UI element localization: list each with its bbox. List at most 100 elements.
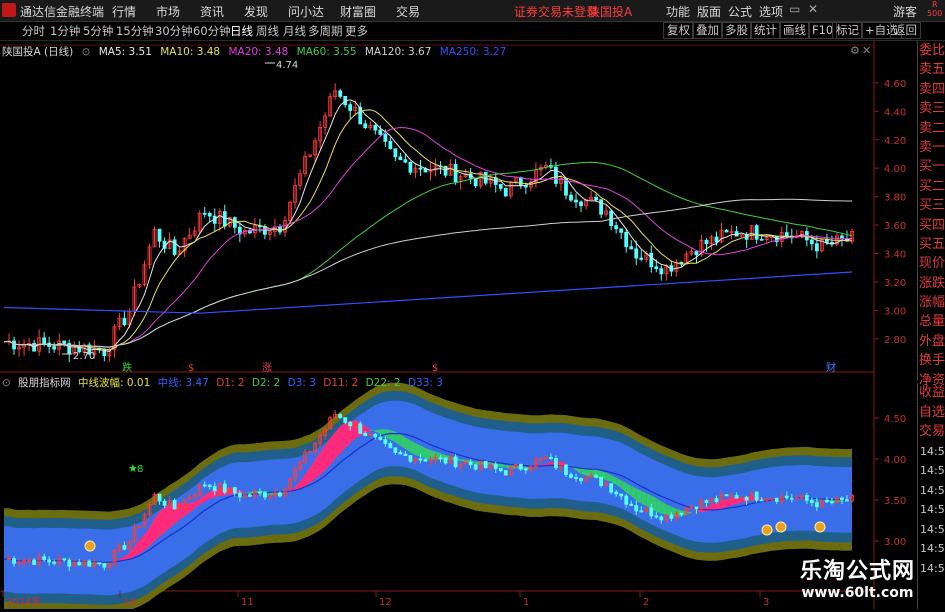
candle-body <box>208 213 211 216</box>
sidebar-item[interactable]: 换手 <box>918 351 945 370</box>
indicator-field: 中线: 3.47 <box>158 377 209 389</box>
sidebar-item[interactable]: 买四 <box>918 216 945 235</box>
ribbon-segment <box>425 448 430 459</box>
sidebar-item[interactable]: 卖五 <box>918 60 945 79</box>
ind-candle-body <box>374 434 377 437</box>
chart-area[interactable]: 4.604.404.204.003.803.603.403.203.002.80… <box>0 41 917 609</box>
sidebar-item-watchlist[interactable]: 自选 <box>918 403 945 423</box>
time-tick-label: 3 <box>763 597 769 608</box>
sidebar-item[interactable]: 卖四 <box>918 80 945 99</box>
sidebar-item[interactable]: 买一 <box>918 157 945 176</box>
sidebar-item[interactable]: 外盘 <box>918 332 945 351</box>
period-tab[interactable]: 30分钟 <box>155 23 193 39</box>
menu-trade[interactable]: 交易 <box>396 3 420 20</box>
period-tab[interactable]: 60分钟 <box>193 23 231 39</box>
ind-candle-body <box>33 560 36 564</box>
ind-candle-body <box>223 484 226 492</box>
menu-layout[interactable]: 版面 <box>697 3 721 20</box>
sidebar-item[interactable]: 卖一 <box>918 138 945 157</box>
main-chart-title[interactable]: 陕国投A (日线) <box>2 46 73 58</box>
candle-body <box>810 240 813 244</box>
indicator-tick-label: 4.00 <box>884 455 906 466</box>
menu-discover[interactable]: 发现 <box>244 3 268 20</box>
overlay-button[interactable]: 叠加 <box>692 22 723 39</box>
event-marker[interactable]: $ <box>188 363 194 374</box>
event-marker[interactable]: 涨 <box>262 362 272 374</box>
menu-function[interactable]: 功能 <box>666 3 690 20</box>
period-tab[interactable]: 5分钟 <box>83 23 113 39</box>
sidebar-item[interactable]: 现价 <box>918 254 945 273</box>
stats-button[interactable]: 统计 <box>750 22 781 39</box>
adjust-button[interactable]: 复权 <box>663 22 694 39</box>
candle-body <box>419 168 422 169</box>
menu-quotes[interactable]: 行情 <box>112 3 136 20</box>
sidebar-item[interactable]: 卖二 <box>918 119 945 138</box>
window-minimize-button[interactable]: ▭ <box>789 2 800 16</box>
period-tab[interactable]: 1分钟 <box>50 23 80 39</box>
candle-body <box>63 341 66 343</box>
sidebar-item[interactable]: 委比 <box>918 41 945 60</box>
window-close-icon[interactable]: ✕ <box>808 2 818 16</box>
sidebar-item[interactable]: 涨跌 <box>918 274 945 293</box>
ind-candle-body <box>78 562 81 565</box>
ribbon-segment <box>431 450 436 460</box>
ind-candle-body <box>63 559 66 560</box>
candle-body <box>625 232 628 246</box>
period-tab[interactable]: 15分钟 <box>116 23 154 39</box>
back-button[interactable]: 返回 <box>890 22 921 39</box>
draw-button[interactable]: 画线 <box>779 22 810 39</box>
period-tab[interactable]: 周线 <box>256 23 279 39</box>
indicator-toggle-icon[interactable]: ⊙ <box>2 377 11 389</box>
event-marker[interactable]: 财 <box>826 361 836 374</box>
ind-candle-body <box>203 485 206 486</box>
menu-market[interactable]: 市场 <box>156 3 180 20</box>
stock-name: 陕国投A <box>588 3 632 20</box>
ind-candle-body <box>158 494 161 501</box>
candle-body <box>339 91 342 97</box>
tick-time: 14:56 <box>918 461 945 481</box>
candle-body <box>580 202 583 206</box>
settings-gear-icon[interactable]: ⚙ <box>850 44 860 57</box>
chart-canvas[interactable]: 4.604.404.204.003.803.603.403.203.002.80… <box>0 41 917 609</box>
sidebar-item[interactable]: 买五 <box>918 235 945 254</box>
sidebar-item[interactable]: 总量 <box>918 312 945 331</box>
candle-body <box>499 184 502 188</box>
period-tab[interactable]: 月线 <box>283 23 306 39</box>
close-icon[interactable]: ✕ <box>862 44 871 57</box>
period-tab-active[interactable]: 日线 <box>230 23 253 39</box>
ind-candle-body <box>630 504 633 505</box>
candle-body <box>785 233 788 236</box>
sidebar-item[interactable]: 买二 <box>918 177 945 196</box>
event-marker[interactable]: 跌 <box>122 361 132 374</box>
tick-time: 14:56 <box>918 559 945 579</box>
indicator-title[interactable]: 股朋指标网 <box>18 377 71 389</box>
sidebar-item[interactable]: 涨幅 <box>918 293 945 312</box>
sidebar-item-trade[interactable]: 交易 <box>918 422 945 442</box>
period-tab[interactable]: 多周期 <box>308 23 343 39</box>
ind-candle-body <box>705 501 708 503</box>
candle-body <box>660 269 663 274</box>
tick-time: 14:56 <box>918 442 945 462</box>
ind-candle-body <box>258 492 261 493</box>
multi-stock-button[interactable]: 多股 <box>721 22 752 39</box>
price-tick-label: 3.00 <box>884 306 906 317</box>
event-marker[interactable]: $ <box>432 363 438 374</box>
menu-xiaoda[interactable]: 问小达 <box>288 3 324 20</box>
period-tab[interactable]: 分时 <box>22 23 45 39</box>
menu-wealth-circle[interactable]: 财富圈 <box>340 3 376 20</box>
sidebar-item[interactable]: 买三 <box>918 196 945 215</box>
user-label[interactable]: 游客 <box>893 3 917 20</box>
candle-body <box>394 149 397 157</box>
ind-candle-body <box>409 456 412 462</box>
chevron-down-icon[interactable]: ⊙ <box>82 46 91 58</box>
menu-news[interactable]: 资讯 <box>200 3 224 20</box>
mark-button[interactable]: 标记 <box>832 22 863 39</box>
menu-formula[interactable]: 公式 <box>728 3 752 20</box>
sidebar-item[interactable]: 卖三 <box>918 99 945 118</box>
period-tab-more[interactable]: 更多 <box>345 23 368 39</box>
login-status[interactable]: 证券交易未登录 <box>514 3 598 20</box>
sidebar-item[interactable]: 收益 <box>918 383 945 403</box>
candle-body <box>715 237 718 242</box>
menu-options[interactable]: 选项 <box>759 3 783 20</box>
indicator-tick-label: 3.00 <box>884 537 906 548</box>
